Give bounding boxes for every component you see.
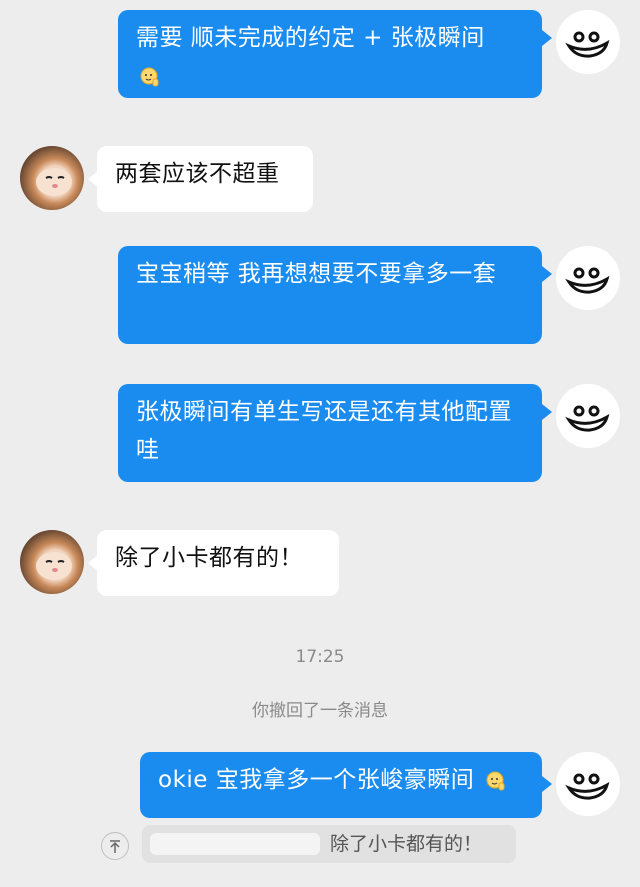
arrow-up-icon bbox=[110, 840, 120, 853]
my-avatar[interactable] bbox=[556, 10, 620, 74]
message-text: 需要 顺未完成的约定 + 张极瞬间 bbox=[136, 25, 485, 51]
message-bubble-incoming[interactable]: 两套应该不超重 bbox=[97, 146, 313, 212]
smiley-doodle-icon bbox=[565, 405, 610, 432]
message-bubble-outgoing[interactable]: okie 宝我拿多一个张峻豪瞬间 bbox=[140, 752, 542, 818]
quoted-text: 除了小卡都有的！ bbox=[330, 833, 483, 855]
message-text: 除了小卡都有的！ bbox=[115, 545, 303, 571]
hamster-face-icon bbox=[36, 552, 72, 580]
message-text: 两套应该不超重 bbox=[115, 161, 280, 187]
recall-notice: 你撤回了一条消息 bbox=[252, 701, 388, 721]
my-avatar[interactable] bbox=[556, 246, 620, 310]
smiley-doodle-icon bbox=[565, 31, 610, 58]
redacted-sender bbox=[150, 833, 320, 855]
my-avatar[interactable] bbox=[556, 752, 620, 816]
message-text: 张极瞬间有单生写还是还有其他配置哇 bbox=[136, 399, 512, 463]
hand-raise-emoji-icon bbox=[140, 67, 159, 86]
message-bubble-incoming[interactable]: 除了小卡都有的！ bbox=[97, 530, 339, 596]
timestamp: 17:25 bbox=[295, 647, 345, 667]
message-bubble-outgoing[interactable]: 宝宝稍等 我再想想要不要拿多一套 bbox=[118, 246, 542, 344]
hand-raise-emoji-icon bbox=[486, 771, 505, 790]
message-text: 宝宝稍等 我再想想要不要拿多一套 bbox=[136, 261, 497, 287]
jump-to-quote-button[interactable] bbox=[101, 832, 129, 860]
bubble-tail bbox=[542, 776, 552, 792]
friend-avatar[interactable] bbox=[20, 530, 84, 594]
message-text: okie 宝我拿多一个张峻豪瞬间 bbox=[158, 767, 475, 793]
hamster-face-icon bbox=[36, 168, 72, 196]
friend-avatar[interactable] bbox=[20, 146, 84, 210]
bubble-tail bbox=[542, 266, 552, 282]
bubble-tail bbox=[542, 30, 552, 46]
my-avatar[interactable] bbox=[556, 384, 620, 448]
message-bubble-outgoing[interactable]: 张极瞬间有单生写还是还有其他配置哇 bbox=[118, 384, 542, 482]
smiley-doodle-icon bbox=[565, 267, 610, 294]
message-bubble-outgoing[interactable]: 需要 顺未完成的约定 + 张极瞬间 bbox=[118, 10, 542, 98]
smiley-doodle-icon bbox=[565, 773, 610, 800]
bubble-tail bbox=[542, 404, 552, 420]
